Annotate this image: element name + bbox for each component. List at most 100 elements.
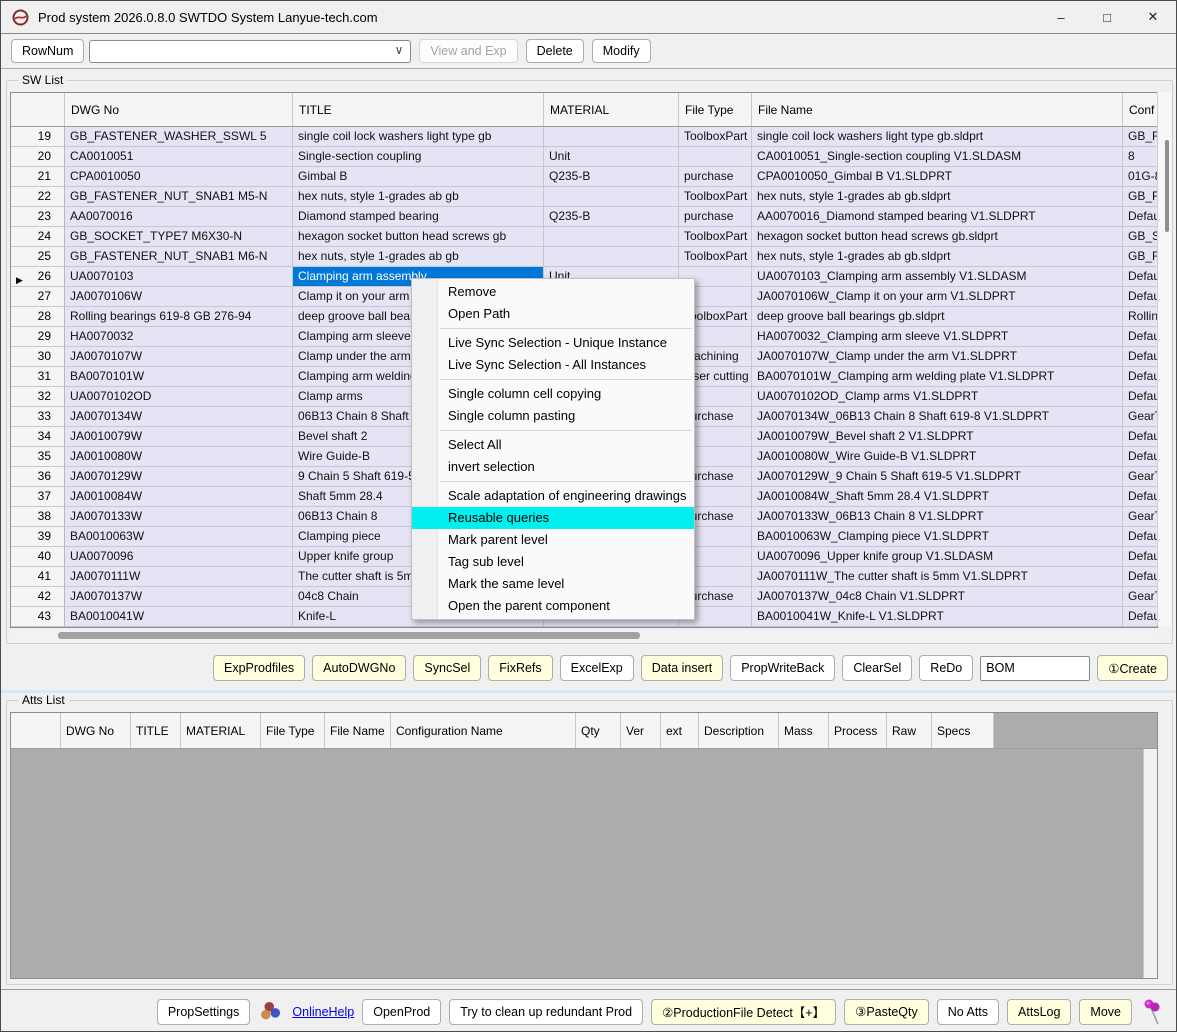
table-cell[interactable]: ToolboxPart bbox=[679, 127, 752, 147]
productionfile-detect-button[interactable]: ②ProductionFile Detect【+】 bbox=[651, 999, 836, 1025]
fixrefs-button[interactable]: FixRefs bbox=[488, 655, 552, 681]
sw-horizontal-scrollbar-thumb[interactable] bbox=[58, 632, 640, 639]
syncsel-button[interactable]: SyncSel bbox=[413, 655, 481, 681]
onlinehelp-link[interactable]: OnlineHelp bbox=[292, 1005, 354, 1019]
table-cell[interactable]: JA0070133W_06B13 Chain 8 V1.SLDPRT bbox=[752, 507, 1123, 527]
table-cell[interactable]: CPA0010050 bbox=[65, 167, 293, 187]
atts-column-header-ext[interactable]: ext bbox=[661, 713, 699, 748]
table-cell[interactable]: hex nuts, style 1-grades ab gb bbox=[293, 187, 544, 207]
table-cell[interactable]: JA0010080W_Wire Guide-B V1.SLDPRT bbox=[752, 447, 1123, 467]
row-header-cell[interactable]: 40 bbox=[11, 547, 65, 567]
row-header-cell[interactable]: 31 bbox=[11, 367, 65, 387]
table-cell[interactable] bbox=[544, 127, 679, 147]
table-cell[interactable]: CA0010051_Single-section coupling V1.SLD… bbox=[752, 147, 1123, 167]
table-cell[interactable]: HA0070032 bbox=[65, 327, 293, 347]
context-menu-item-open-the-parent-component[interactable]: Open the parent component bbox=[412, 595, 694, 617]
table-cell[interactable]: hexagon socket button head screws gb.sld… bbox=[752, 227, 1123, 247]
atts-column-header-qty[interactable]: Qty bbox=[576, 713, 621, 748]
row-header-cell[interactable]: 33 bbox=[11, 407, 65, 427]
table-cell[interactable]: JA0070106W_Clamp it on your arm V1.SLDPR… bbox=[752, 287, 1123, 307]
table-cell[interactable]: BA0010063W bbox=[65, 527, 293, 547]
context-menu-item-remove[interactable]: Remove bbox=[412, 281, 694, 303]
row-header-cell[interactable]: 20 bbox=[11, 147, 65, 167]
atts-column-header-specs[interactable]: Specs bbox=[932, 713, 994, 748]
table-cell[interactable]: UA0070096 bbox=[65, 547, 293, 567]
sw-horizontal-scrollbar[interactable] bbox=[10, 630, 1158, 642]
table-cell[interactable]: Q235-B bbox=[544, 167, 679, 187]
context-menu-item-single-column-pasting[interactable]: Single column pasting bbox=[412, 405, 694, 427]
excelexp-button[interactable]: ExcelExp bbox=[560, 655, 634, 681]
sw-vertical-scrollbar[interactable] bbox=[1157, 92, 1171, 626]
autodwgno-button[interactable]: AutoDWGNo bbox=[312, 655, 406, 681]
table-cell[interactable]: hex nuts, style 1-grades ab gb bbox=[293, 247, 544, 267]
move-button[interactable]: Move bbox=[1079, 999, 1132, 1025]
atts-column-header-description[interactable]: Description bbox=[699, 713, 779, 748]
table-cell[interactable]: Defau bbox=[1123, 567, 1158, 587]
clearsel-button[interactable]: ClearSel bbox=[842, 655, 912, 681]
table-cell[interactable] bbox=[544, 247, 679, 267]
row-header-cell[interactable]: 32 bbox=[11, 387, 65, 407]
table-cell[interactable]: HA0070032_Clamping arm sleeve V1.SLDPRT bbox=[752, 327, 1123, 347]
table-cell[interactable]: JA0070137W_04c8 Chain V1.SLDPRT bbox=[752, 587, 1123, 607]
context-menu-item-mark-parent-level[interactable]: Mark parent level bbox=[412, 529, 694, 551]
table-cell[interactable]: Defau bbox=[1123, 207, 1158, 227]
row-header-cell[interactable]: 36 bbox=[11, 467, 65, 487]
table-cell[interactable]: UA0070102OD bbox=[65, 387, 293, 407]
context-menu-item-open-path[interactable]: Open Path bbox=[412, 303, 694, 325]
table-cell[interactable]: GB_SOCKET_TYPE7 M6X30-N bbox=[65, 227, 293, 247]
table-cell[interactable]: Rolling bearings 619-8 GB 276-94 bbox=[65, 307, 293, 327]
sw-column-header-title[interactable]: TITLE bbox=[293, 93, 544, 126]
table-cell[interactable]: GearT bbox=[1123, 467, 1158, 487]
row-header-cell[interactable]: 29 bbox=[11, 327, 65, 347]
data-insert-button[interactable]: Data insert bbox=[641, 655, 723, 681]
table-cell[interactable]: Defau bbox=[1123, 347, 1158, 367]
atts-column-header-file-type[interactable]: File Type bbox=[261, 713, 325, 748]
table-cell[interactable]: hexagon socket button head screws gb bbox=[293, 227, 544, 247]
table-cell[interactable]: purchase bbox=[679, 207, 752, 227]
table-cell[interactable]: Defau bbox=[1123, 367, 1158, 387]
pushpin-icon[interactable] bbox=[1140, 999, 1166, 1025]
close-button[interactable]: ✕ bbox=[1130, 1, 1176, 33]
atts-column-header-file-name[interactable]: File Name bbox=[325, 713, 391, 748]
table-cell[interactable]: UA0070102OD_Clamp arms V1.SLDPRT bbox=[752, 387, 1123, 407]
row-header-cell[interactable]: 37 bbox=[11, 487, 65, 507]
atts-column-header-dwg-no[interactable]: DWG No bbox=[61, 713, 131, 748]
table-cell[interactable]: JA0010079W_Bevel shaft 2 V1.SLDPRT bbox=[752, 427, 1123, 447]
table-cell[interactable]: JA0070111W bbox=[65, 567, 293, 587]
atts-column-header-raw[interactable]: Raw bbox=[887, 713, 932, 748]
context-menu-item-live-sync-selection-unique-instance[interactable]: Live Sync Selection - Unique Instance bbox=[412, 332, 694, 354]
atts-column-header-mass[interactable]: Mass bbox=[779, 713, 829, 748]
row-header-cell[interactable]: 24 bbox=[11, 227, 65, 247]
minimize-button[interactable]: – bbox=[1038, 1, 1084, 33]
row-header-cell[interactable]: 22 bbox=[11, 187, 65, 207]
row-header-cell[interactable]: 26▶ bbox=[11, 267, 65, 287]
table-cell[interactable]: Defau bbox=[1123, 427, 1158, 447]
table-cell[interactable]: Defau bbox=[1123, 267, 1158, 287]
table-cell[interactable]: GB_FA bbox=[1123, 187, 1158, 207]
table-cell[interactable]: JA0010084W_Shaft 5mm 28.4 V1.SLDPRT bbox=[752, 487, 1123, 507]
table-cell[interactable]: JA0010084W bbox=[65, 487, 293, 507]
table-cell[interactable]: Rollin bbox=[1123, 307, 1158, 327]
table-cell[interactable]: BA0070101W bbox=[65, 367, 293, 387]
table-cell[interactable]: Defau bbox=[1123, 487, 1158, 507]
redo-button[interactable]: ReDo bbox=[919, 655, 973, 681]
table-cell[interactable]: CA0010051 bbox=[65, 147, 293, 167]
sw-column-header[interactable] bbox=[11, 93, 65, 126]
table-cell[interactable]: Defau bbox=[1123, 387, 1158, 407]
delete-button[interactable]: Delete bbox=[526, 39, 584, 63]
openprod-button[interactable]: OpenProd bbox=[362, 999, 441, 1025]
atts-column-header-ver[interactable]: Ver bbox=[621, 713, 661, 748]
row-header-cell[interactable]: 23 bbox=[11, 207, 65, 227]
table-cell[interactable]: GB_FASTENER_WASHER_SSWL 5 bbox=[65, 127, 293, 147]
table-cell[interactable]: Defau bbox=[1123, 287, 1158, 307]
sw-column-header-conf[interactable]: Conf bbox=[1123, 93, 1158, 126]
table-cell[interactable]: GB_FA bbox=[1123, 247, 1158, 267]
propwriteback-button[interactable]: PropWriteBack bbox=[730, 655, 835, 681]
context-menu-item-invert-selection[interactable]: invert selection bbox=[412, 456, 694, 478]
row-header-cell[interactable]: 42 bbox=[11, 587, 65, 607]
table-cell[interactable]: Single-section coupling bbox=[293, 147, 544, 167]
row-header-cell[interactable]: 21 bbox=[11, 167, 65, 187]
rownum-button[interactable]: RowNum bbox=[11, 39, 84, 63]
atts-column-header-process[interactable]: Process bbox=[829, 713, 887, 748]
table-cell[interactable]: single coil lock washers light type gb bbox=[293, 127, 544, 147]
